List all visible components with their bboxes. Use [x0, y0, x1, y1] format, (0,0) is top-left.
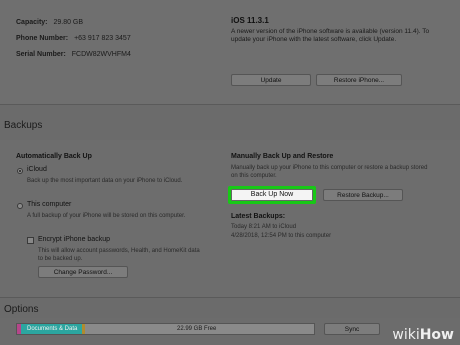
update-button[interactable]: Update — [231, 74, 311, 86]
icloud-description: Back up the most important data on your … — [27, 178, 183, 184]
icloud-label: iCloud — [27, 166, 47, 173]
ios-update-description: A newer version of the iPhone software i… — [231, 28, 430, 43]
this-computer-description: A full backup of your iPhone will be sto… — [27, 213, 186, 219]
watermark-how: How — [419, 327, 454, 343]
encrypt-backup-description: This will allow account passwords, Healt… — [38, 248, 200, 262]
back-up-now-button[interactable]: Back Up Now — [231, 189, 313, 201]
latest-backup-icloud: Today 8:21 AM to iCloud — [231, 224, 297, 230]
latest-backup-computer: 4/28/2018, 12:54 PM to this computer — [231, 233, 332, 239]
phone-line: Phone Number: +63 917 823 3457 — [16, 35, 131, 42]
sync-button[interactable]: Sync — [324, 323, 380, 335]
this-computer-radio[interactable] — [17, 203, 23, 209]
storage-bar: Documents & Data 22.99 GB Free — [16, 323, 315, 335]
storage-segment-other — [82, 324, 85, 334]
capacity-line: Capacity: 29.80 GB — [16, 19, 83, 26]
storage-free-label: 22.99 GB Free — [177, 326, 217, 332]
phone-value: +63 917 823 3457 — [74, 35, 131, 42]
summary-divider — [0, 104, 460, 105]
wikihow-watermark: wikiHow — [392, 327, 454, 343]
encrypt-backup-checkbox[interactable] — [27, 237, 34, 244]
restore-backup-button[interactable]: Restore Backup... — [323, 189, 403, 201]
serial-label: Serial Number: — [16, 51, 66, 58]
latest-backups-heading: Latest Backups: — [231, 213, 286, 220]
serial-value: FCDW82WVHFM4 — [71, 51, 131, 58]
manual-backup-description: Manually back up your iPhone to this com… — [231, 165, 428, 179]
ios-version: iOS 11.3.1 — [231, 16, 269, 25]
watermark-wiki: wiki — [392, 327, 420, 343]
capacity-label: Capacity: — [16, 19, 48, 26]
restore-iphone-button[interactable]: Restore iPhone... — [316, 74, 402, 86]
encrypt-backup-label: Encrypt iPhone backup — [38, 236, 110, 243]
manual-backup-heading: Manually Back Up and Restore — [231, 153, 334, 160]
storage-documents-label: Documents & Data — [27, 326, 78, 332]
capacity-value: 29.80 GB — [53, 19, 84, 26]
icloud-radio[interactable] — [17, 168, 23, 174]
options-title: Options — [4, 304, 39, 315]
backups-title: Backups — [4, 120, 43, 131]
summary-panel: Capacity: 29.80 GB Phone Number: +63 917… — [0, 0, 460, 104]
backups-divider — [0, 297, 460, 298]
auto-backup-heading: Automatically Back Up — [16, 153, 92, 160]
back-up-now-highlight: Back Up Now — [228, 186, 316, 204]
this-computer-label: This computer — [27, 201, 72, 208]
phone-label: Phone Number: — [16, 35, 69, 42]
change-password-button[interactable]: Change Password... — [38, 266, 128, 278]
serial-line: Serial Number: FCDW82WVHFM4 — [16, 51, 131, 58]
